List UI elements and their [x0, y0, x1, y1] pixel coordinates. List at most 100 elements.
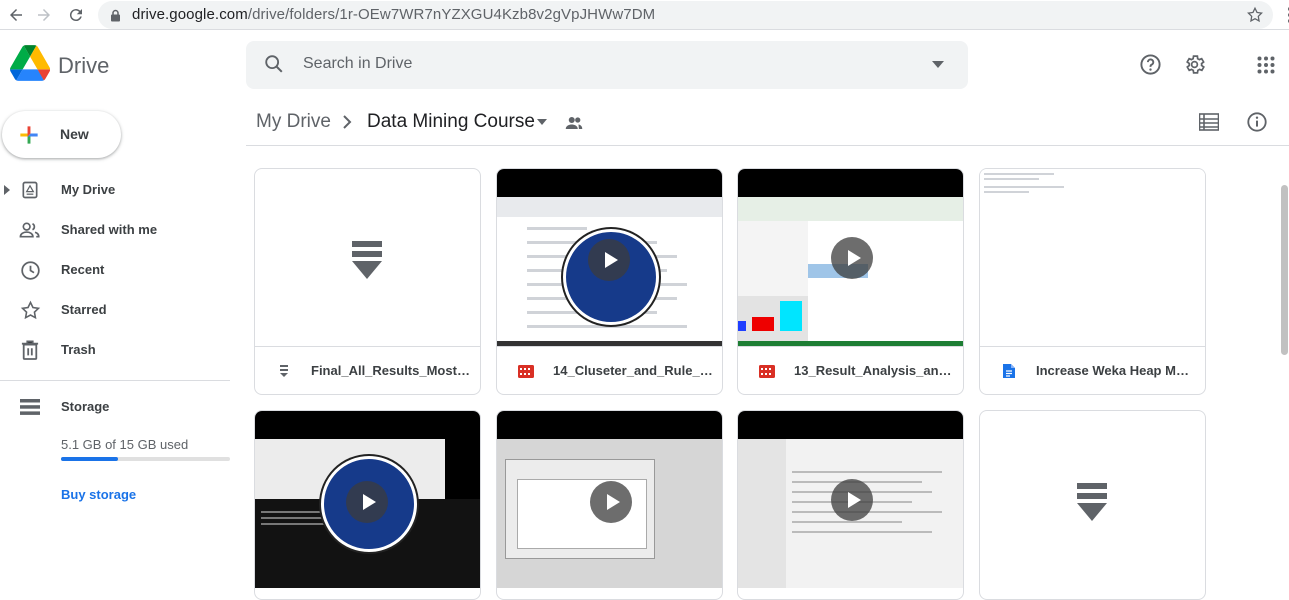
play-icon[interactable] [588, 239, 630, 281]
file-thumbnail [738, 169, 963, 346]
spreadsheet-panel [738, 221, 808, 296]
chart-bar [738, 321, 746, 331]
storage-progress-fill [61, 457, 119, 461]
my-drive-icon [18, 178, 42, 202]
sidebar-item-my-drive[interactable]: My Drive [0, 174, 240, 206]
new-button-label: New [60, 126, 89, 142]
help-icon[interactable] [1139, 53, 1162, 76]
storage-icon [18, 395, 42, 419]
shared-icon [18, 218, 42, 242]
lock-icon [111, 9, 120, 22]
generic-file-icon [1077, 483, 1107, 521]
star-icon [18, 298, 42, 322]
file-card[interactable] [496, 410, 723, 600]
file-thumbnail [738, 411, 963, 588]
file-thumbnail [980, 411, 1205, 588]
file-thumbnail [255, 169, 480, 346]
spreadsheet-ribbon [738, 197, 963, 221]
file-name: 14_Cluseter_and_Rule_Mining.mp4 [553, 363, 713, 378]
file-thumbnail [497, 169, 722, 346]
url-text: drive.google.com/drive/folders/1r-OEw7WR… [132, 6, 655, 23]
video-letterbox [497, 169, 722, 197]
sidebar-item-label: Recent [61, 262, 105, 277]
sidebar-divider [0, 380, 230, 381]
list-view-icon[interactable] [1199, 113, 1219, 131]
folder-dropdown-icon[interactable] [536, 119, 548, 126]
file-card-footer: Increase Weka Heap Memory.docx [980, 346, 1205, 394]
buy-storage-link[interactable]: Buy storage [61, 487, 136, 502]
file-thumbnail [980, 169, 1205, 346]
play-icon[interactable] [831, 237, 873, 279]
drive-logo-icon[interactable] [10, 45, 50, 81]
search-icon[interactable] [263, 53, 285, 75]
file-card-footer: 13_Result_Analysis_and_Charts.mp4 [738, 346, 963, 394]
settings-gear-icon[interactable] [1183, 53, 1206, 76]
trash-icon [18, 338, 42, 362]
file-thumbnail [255, 411, 480, 588]
sidebar-item-storage[interactable]: Storage [0, 391, 240, 423]
search-options-dropdown-icon[interactable] [932, 61, 944, 68]
generic-file-icon [352, 241, 382, 279]
sidebar-item-label: My Drive [61, 182, 116, 197]
info-icon[interactable] [1246, 111, 1268, 133]
plus-icon [20, 126, 38, 144]
video-file-icon [518, 365, 534, 378]
file-card[interactable]: 14_Cluseter_and_Rule_Mining.mp4 [496, 168, 723, 395]
thumbnail-toolbar [497, 197, 722, 217]
expand-arrow-icon[interactable] [4, 185, 10, 195]
file-card[interactable] [737, 410, 964, 600]
file-card-footer: Final_All_Results_Mostaqel.arff [255, 346, 480, 394]
file-card[interactable] [979, 410, 1206, 600]
search-input[interactable]: Search in Drive [303, 55, 412, 73]
shared-folder-icon [565, 117, 583, 129]
storage-progress-bar [61, 457, 230, 461]
storage-label: Storage [61, 399, 110, 414]
sidebar-item-starred[interactable]: Starred [0, 294, 240, 326]
sidebar-item-label: Shared with me [61, 222, 158, 237]
video-letterbox [738, 169, 963, 197]
reload-icon[interactable] [64, 3, 88, 27]
play-icon[interactable] [831, 479, 873, 521]
file-name: Increase Weka Heap Memory.docx [1036, 363, 1196, 378]
file-card-footer: 14_Cluseter_and_Rule_Mining.mp4 [497, 346, 722, 394]
file-name: Final_All_Results_Mostaqel.arff [311, 363, 471, 378]
address-bar[interactable]: drive.google.com/drive/folders/1r-OEw7WR… [98, 1, 1273, 29]
main-divider [246, 145, 1289, 146]
video-file-icon [759, 365, 775, 378]
bookmark-star-icon[interactable] [1246, 6, 1264, 24]
file-card[interactable]: 13_Result_Analysis_and_Charts.mp4 [737, 168, 964, 395]
file-card[interactable]: Increase Weka Heap Memory.docx [979, 168, 1206, 395]
browser-menu-icon[interactable] [1278, 3, 1289, 27]
forward-icon[interactable] [32, 3, 56, 27]
scrollbar-thumb[interactable] [1281, 185, 1288, 355]
sidebar-item-trash[interactable]: Trash [0, 334, 240, 366]
app-title: Drive [58, 53, 110, 78]
back-icon[interactable] [4, 3, 28, 27]
sidebar-item-label: Trash [61, 342, 96, 357]
sidebar-item-recent[interactable]: Recent [0, 254, 240, 286]
url-path: /drive/folders/1r-OEw7WR7nYZXGU4Kzb8v2gV… [247, 6, 656, 23]
file-name: 13_Result_Analysis_and_Charts.mp4 [794, 363, 954, 378]
play-icon[interactable] [590, 481, 632, 523]
play-icon[interactable] [346, 481, 388, 523]
search-bar[interactable]: Search in Drive [246, 41, 968, 89]
file-card[interactable]: Final_All_Results_Mostaqel.arff [254, 168, 481, 395]
file-card[interactable] [254, 410, 481, 600]
breadcrumb-my-drive[interactable]: My Drive [256, 111, 331, 133]
breadcrumb-chevron-icon [343, 115, 352, 129]
clock-icon [18, 258, 42, 282]
thumbnail-sidebar [738, 439, 786, 588]
breadcrumb-current-folder[interactable]: Data Mining Course [367, 111, 535, 133]
google-doc-icon [1003, 364, 1015, 378]
browser-toolbar: drive.google.com/drive/folders/1r-OEw7WR… [0, 0, 1289, 30]
url-host: drive.google.com [132, 6, 248, 23]
new-button[interactable]: New [2, 111, 121, 158]
chart-bar [780, 301, 802, 331]
chart-bar [752, 317, 774, 331]
sidebar-item-shared-with-me[interactable]: Shared with me [0, 214, 240, 246]
sidebar-item-label: Starred [61, 302, 107, 317]
storage-used-text: 5.1 GB of 15 GB used [61, 437, 189, 452]
file-thumbnail [497, 411, 722, 588]
generic-file-small-icon [280, 365, 288, 377]
apps-grid-icon[interactable] [1257, 56, 1275, 74]
